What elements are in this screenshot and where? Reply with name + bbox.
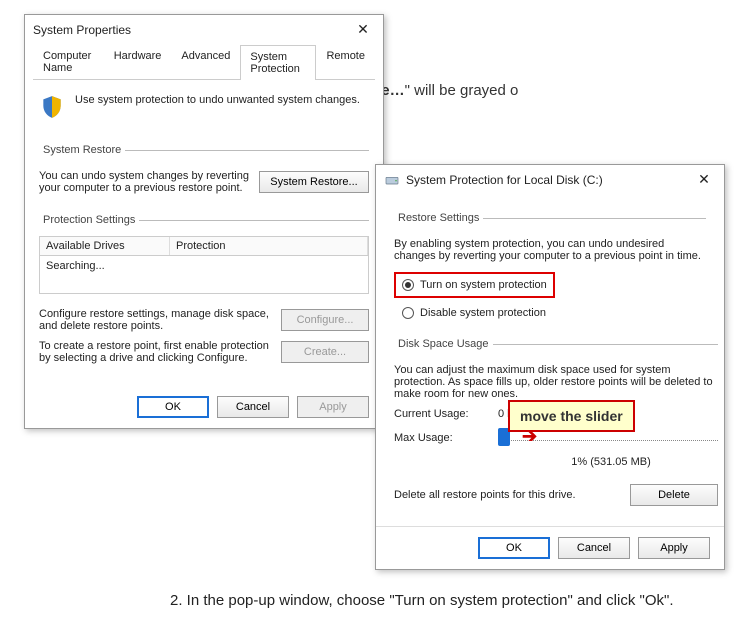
article-step-2: 2. In the pop-up window, choose "Turn on… <box>170 592 674 609</box>
restore-settings-group: Restore Settings By enabling system prot… <box>394 212 706 328</box>
ok-button[interactable]: OK <box>137 396 209 418</box>
col-available-drives: Available Drives <box>40 237 170 255</box>
ok-button[interactable]: OK <box>478 537 550 559</box>
tab-strip: Computer Name Hardware Advanced System P… <box>33 44 375 80</box>
disk-space-desc: You can adjust the maximum disk space us… <box>394 360 718 404</box>
system-properties-window: System Properties ✕ Computer Name Hardwa… <box>24 14 384 429</box>
max-usage-label: Max Usage: <box>394 432 484 444</box>
dialog-buttons: OK Cancel Apply <box>25 386 383 428</box>
radio-icon <box>402 307 414 319</box>
apply-button[interactable]: Apply <box>297 396 369 418</box>
cancel-button[interactable]: Cancel <box>558 537 630 559</box>
system-restore-text: You can undo system changes by reverting… <box>39 170 249 194</box>
callout-move-slider: move the slider <box>508 400 635 432</box>
current-usage-label: Current Usage: <box>394 408 484 420</box>
radio-turn-on-label: Turn on system protection <box>420 279 547 291</box>
system-protection-drive-window: System Protection for Local Disk (C:) ✕ … <box>375 164 725 570</box>
delete-button[interactable]: Delete <box>630 484 718 506</box>
dialog-buttons: OK Cancel Apply <box>376 526 724 569</box>
cancel-button[interactable]: Cancel <box>217 396 289 418</box>
configure-text: Configure restore settings, manage disk … <box>39 308 271 332</box>
system-restore-legend: System Restore <box>39 144 125 156</box>
protection-settings-group: Protection Settings Available Drives Pro… <box>39 214 369 374</box>
system-restore-group: System Restore You can undo system chang… <box>39 144 369 204</box>
close-icon[interactable]: ✕ <box>692 171 716 188</box>
restore-settings-desc: By enabling system protection, you can u… <box>394 234 706 266</box>
tab-hardware[interactable]: Hardware <box>104 44 172 79</box>
radio-disable[interactable]: Disable system protection <box>394 304 706 322</box>
delete-text: Delete all restore points for this drive… <box>394 489 620 501</box>
create-text: To create a restore point, first enable … <box>39 340 271 364</box>
titlebar[interactable]: System Protection for Local Disk (C:) ✕ <box>376 165 724 194</box>
drives-header: Available Drives Protection <box>39 236 369 256</box>
close-icon[interactable]: ✕ <box>351 21 375 38</box>
window-title: System Protection for Local Disk (C:) <box>406 173 692 187</box>
tab-advanced[interactable]: Advanced <box>171 44 240 79</box>
tab-remote[interactable]: Remote <box>316 44 375 79</box>
configure-button[interactable]: Configure... <box>281 309 369 331</box>
protection-settings-legend: Protection Settings <box>39 214 139 226</box>
radio-disable-label: Disable system protection <box>420 307 546 319</box>
highlight-box: Turn on system protection <box>394 272 555 298</box>
radio-turn-on[interactable]: Turn on system protection <box>402 276 547 294</box>
apply-button[interactable]: Apply <box>638 537 710 559</box>
create-button[interactable]: Create... <box>281 341 369 363</box>
shield-icon <box>39 94 65 120</box>
radio-icon <box>402 279 414 291</box>
restore-settings-legend: Restore Settings <box>394 212 483 224</box>
info-text: Use system protection to undo unwanted s… <box>75 94 360 106</box>
col-protection: Protection <box>170 237 368 255</box>
drives-list[interactable]: Searching... <box>39 256 369 294</box>
drives-status: Searching... <box>46 260 105 272</box>
window-title: System Properties <box>33 23 351 37</box>
system-restore-button[interactable]: System Restore... <box>259 171 369 193</box>
titlebar[interactable]: System Properties ✕ <box>25 15 383 44</box>
tab-system-protection[interactable]: System Protection <box>240 45 316 80</box>
drive-icon <box>384 172 400 188</box>
tab-computer-name[interactable]: Computer Name <box>33 44 104 79</box>
disk-space-legend: Disk Space Usage <box>394 338 493 350</box>
max-usage-value: 1% (531.05 MB) <box>504 452 718 470</box>
